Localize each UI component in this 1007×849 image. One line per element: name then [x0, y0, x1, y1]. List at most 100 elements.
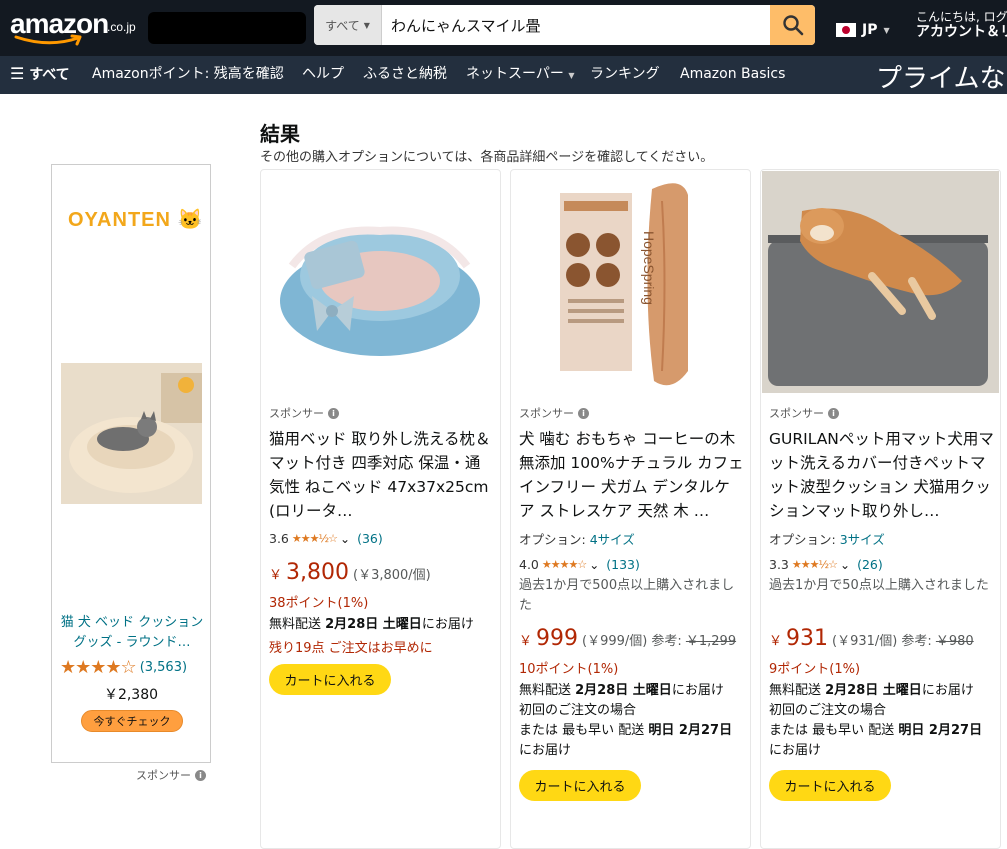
add-to-cart-button[interactable]: カートに入れる [269, 664, 391, 695]
ship-suffix: にお届け [671, 683, 724, 698]
caret-down-icon: ▼ [568, 71, 575, 80]
sponsor-text: スポンサー [136, 769, 191, 782]
review-count[interactable]: (36) [357, 531, 383, 546]
star-rating-icon: ★★★★☆ [60, 657, 137, 678]
delivery-info: 無料配送 2月28日 土曜日にお届け 初回のご注文の場合 または 最も早い 配送… [769, 681, 995, 761]
search-input[interactable] [382, 5, 770, 45]
nav-item-help[interactable]: ヘルプ [302, 65, 344, 83]
reference-amount: ￥980 [935, 634, 974, 649]
info-icon: i [195, 769, 206, 781]
unit-price: (￥3,800/個) [353, 568, 431, 583]
ad-sponsor-label[interactable]: スポンサー i [136, 767, 206, 783]
product-image[interactable] [762, 171, 999, 393]
product-rating[interactable]: 3.3 ★★★½☆ ⌄ (26) [769, 557, 883, 572]
nav-item-points[interactable]: Amazonポイント: 残高を確認 [92, 65, 284, 83]
japan-flag-icon [836, 23, 856, 37]
option-label: オプション: [769, 532, 840, 547]
amazon-logo[interactable]: amazon .co.jp [10, 6, 150, 50]
info-icon: i [328, 407, 339, 419]
price-amount: 931 [786, 626, 829, 651]
prime-banner[interactable]: プライムなら [876, 58, 1007, 95]
points-label: 10ポイント(1%) [519, 662, 619, 677]
nav-item-ranking[interactable]: ランキング [590, 65, 660, 83]
ship-suffix: にお届け [421, 617, 474, 632]
sidebar-ad[interactable]: OYANTEN 🐱 猫 犬 ベッド クッション グッズ - ラウンド… ★★★★… [51, 164, 211, 763]
product-title-link[interactable]: GURILANペット用マット犬用マット洗えるカバー付きペットマット波型クッション… [769, 427, 995, 523]
star-rating-icon: ★★★★☆ [541, 558, 587, 571]
fast-ship-suffix: にお届け [519, 743, 572, 758]
product-price[interactable]: ￥ 931 (￥931/個) 参考: ￥980 [769, 626, 974, 651]
star-rating-icon: ★★★½☆ [791, 558, 838, 571]
product-price[interactable]: ￥ 3,800 (￥3,800/個) [269, 560, 431, 585]
chevron-down-icon[interactable]: ⌄ [840, 558, 850, 572]
language-selector[interactable]: JP ▼ [836, 20, 890, 40]
product-options[interactable]: オプション: 3サイズ [769, 529, 885, 548]
product-title-link[interactable]: 猫用ベッド 取り外し洗える枕＆マット付き 四季対応 保温・通気性 ねこベッド 4… [269, 427, 495, 523]
reference-label: 参考: [651, 634, 686, 649]
delivery-info: 無料配送 2月28日 土曜日にお届け [269, 615, 495, 635]
hopespring-label: HopeSpring [641, 231, 657, 305]
search-bar: すべて ▼ [314, 5, 815, 45]
sponsored-label[interactable]: スポンサー i [269, 405, 339, 421]
account-label: アカウント＆リ [916, 24, 1007, 40]
chevron-down-icon[interactable]: ⌄ [340, 532, 350, 546]
all-menu-button[interactable]: ☰ すべて [10, 65, 70, 84]
fast-ship-prefix: または 最も早い 配送 [519, 723, 649, 738]
language-label: JP [862, 22, 878, 38]
fast-ship-prefix: または 最も早い 配送 [769, 723, 899, 738]
sub-nav: ☰ すべて Amazonポイント: 残高を確認 ヘルプ ふるさと納税 ネットスー… [0, 56, 1007, 94]
review-count[interactable]: (26) [857, 557, 883, 572]
product-card: スポンサー i GURILANペット用マット犬用マット洗えるカバー付きペットマッ… [760, 169, 1001, 849]
account-greeting: こんにちは, ログ [916, 10, 1007, 24]
rating-value: 3.6 [269, 531, 289, 546]
chevron-down-icon[interactable]: ⌄ [589, 558, 599, 572]
first-order-note: 初回のご注文の場合 [769, 703, 887, 718]
option-link[interactable]: 4サイズ [590, 532, 635, 547]
product-image[interactable] [262, 171, 499, 393]
review-count[interactable]: (133) [606, 557, 640, 572]
ship-date: 2月28日 土曜日 [575, 683, 672, 698]
star-rating-icon: ★★★½☆ [291, 532, 338, 545]
product-price[interactable]: ￥ 999 (￥999/個) 参考: ￥1,299 [519, 626, 736, 651]
caret-down-icon: ▼ [883, 25, 890, 35]
info-icon: i [578, 407, 589, 419]
ad-title-link[interactable]: 猫 犬 ベッド クッション グッズ - ラウンド… [60, 613, 204, 653]
ad-rating[interactable]: ★★★★☆ (3,563) [60, 657, 187, 678]
product-rating[interactable]: 3.6 ★★★½☆ ⌄ (36) [269, 531, 383, 546]
currency-symbol: ￥ [769, 634, 783, 649]
smile-arrow-icon [14, 34, 82, 46]
rating-value: 3.3 [769, 557, 789, 572]
ship-prefix: 無料配送 [519, 683, 576, 698]
fast-ship-date: 明日 2月27日 [648, 723, 733, 738]
ad-review-count[interactable]: (3,563) [140, 660, 187, 675]
nav-item-furusato[interactable]: ふるさと納税 [363, 65, 447, 83]
product-rating[interactable]: 4.0 ★★★★☆ ⌄ (133) [519, 557, 640, 572]
points-label: 38ポイント(1%) [269, 596, 369, 611]
option-link[interactable]: 3サイズ [840, 532, 885, 547]
sponsored-label[interactable]: スポンサー i [519, 405, 589, 421]
ship-date: 2月28日 土曜日 [825, 683, 922, 698]
reference-price: 参考: ￥1,299 [651, 630, 736, 649]
account-menu[interactable]: こんにちは, ログ アカウント＆リ [916, 10, 1007, 40]
nav-item-netsuper[interactable]: ネットスーパー ▼ [466, 65, 574, 85]
logo-tld: .co.jp [107, 20, 136, 34]
nav-item-basics[interactable]: Amazon Basics [680, 65, 785, 83]
product-title-link[interactable]: 犬 噛む おもちゃ コーヒーの木 無添加 100%ナチュラル カフェインフリー … [519, 427, 745, 523]
product-options[interactable]: オプション: 4サイズ [519, 529, 635, 548]
add-to-cart-button[interactable]: カートに入れる [519, 770, 641, 801]
ad-product-image[interactable] [61, 363, 202, 504]
sponsored-label[interactable]: スポンサー i [769, 405, 839, 421]
results-subheading: その他の購入オプションについては、各商品詳細ページを確認してください。 [260, 150, 714, 165]
add-to-cart-button[interactable]: カートに入れる [769, 770, 891, 801]
reference-amount: ￥1,299 [685, 634, 737, 649]
purchase-count: 過去1か月で50点以上購入されました [769, 578, 989, 593]
currency-symbol: ￥ [269, 568, 283, 583]
sponsor-text: スポンサー [269, 407, 324, 420]
search-button[interactable] [770, 5, 815, 45]
search-category-dropdown[interactable]: すべて ▼ [314, 5, 382, 45]
product-card: HopeSpring スポンサー i 犬 噛む おもちゃ コーヒーの木 無添加 … [510, 169, 751, 849]
product-image[interactable]: HopeSpring [512, 171, 749, 393]
fast-ship-suffix: にお届け [769, 743, 822, 758]
ship-prefix: 無料配送 [769, 683, 826, 698]
ad-cta-button[interactable]: 今すぐチェック [81, 710, 183, 732]
